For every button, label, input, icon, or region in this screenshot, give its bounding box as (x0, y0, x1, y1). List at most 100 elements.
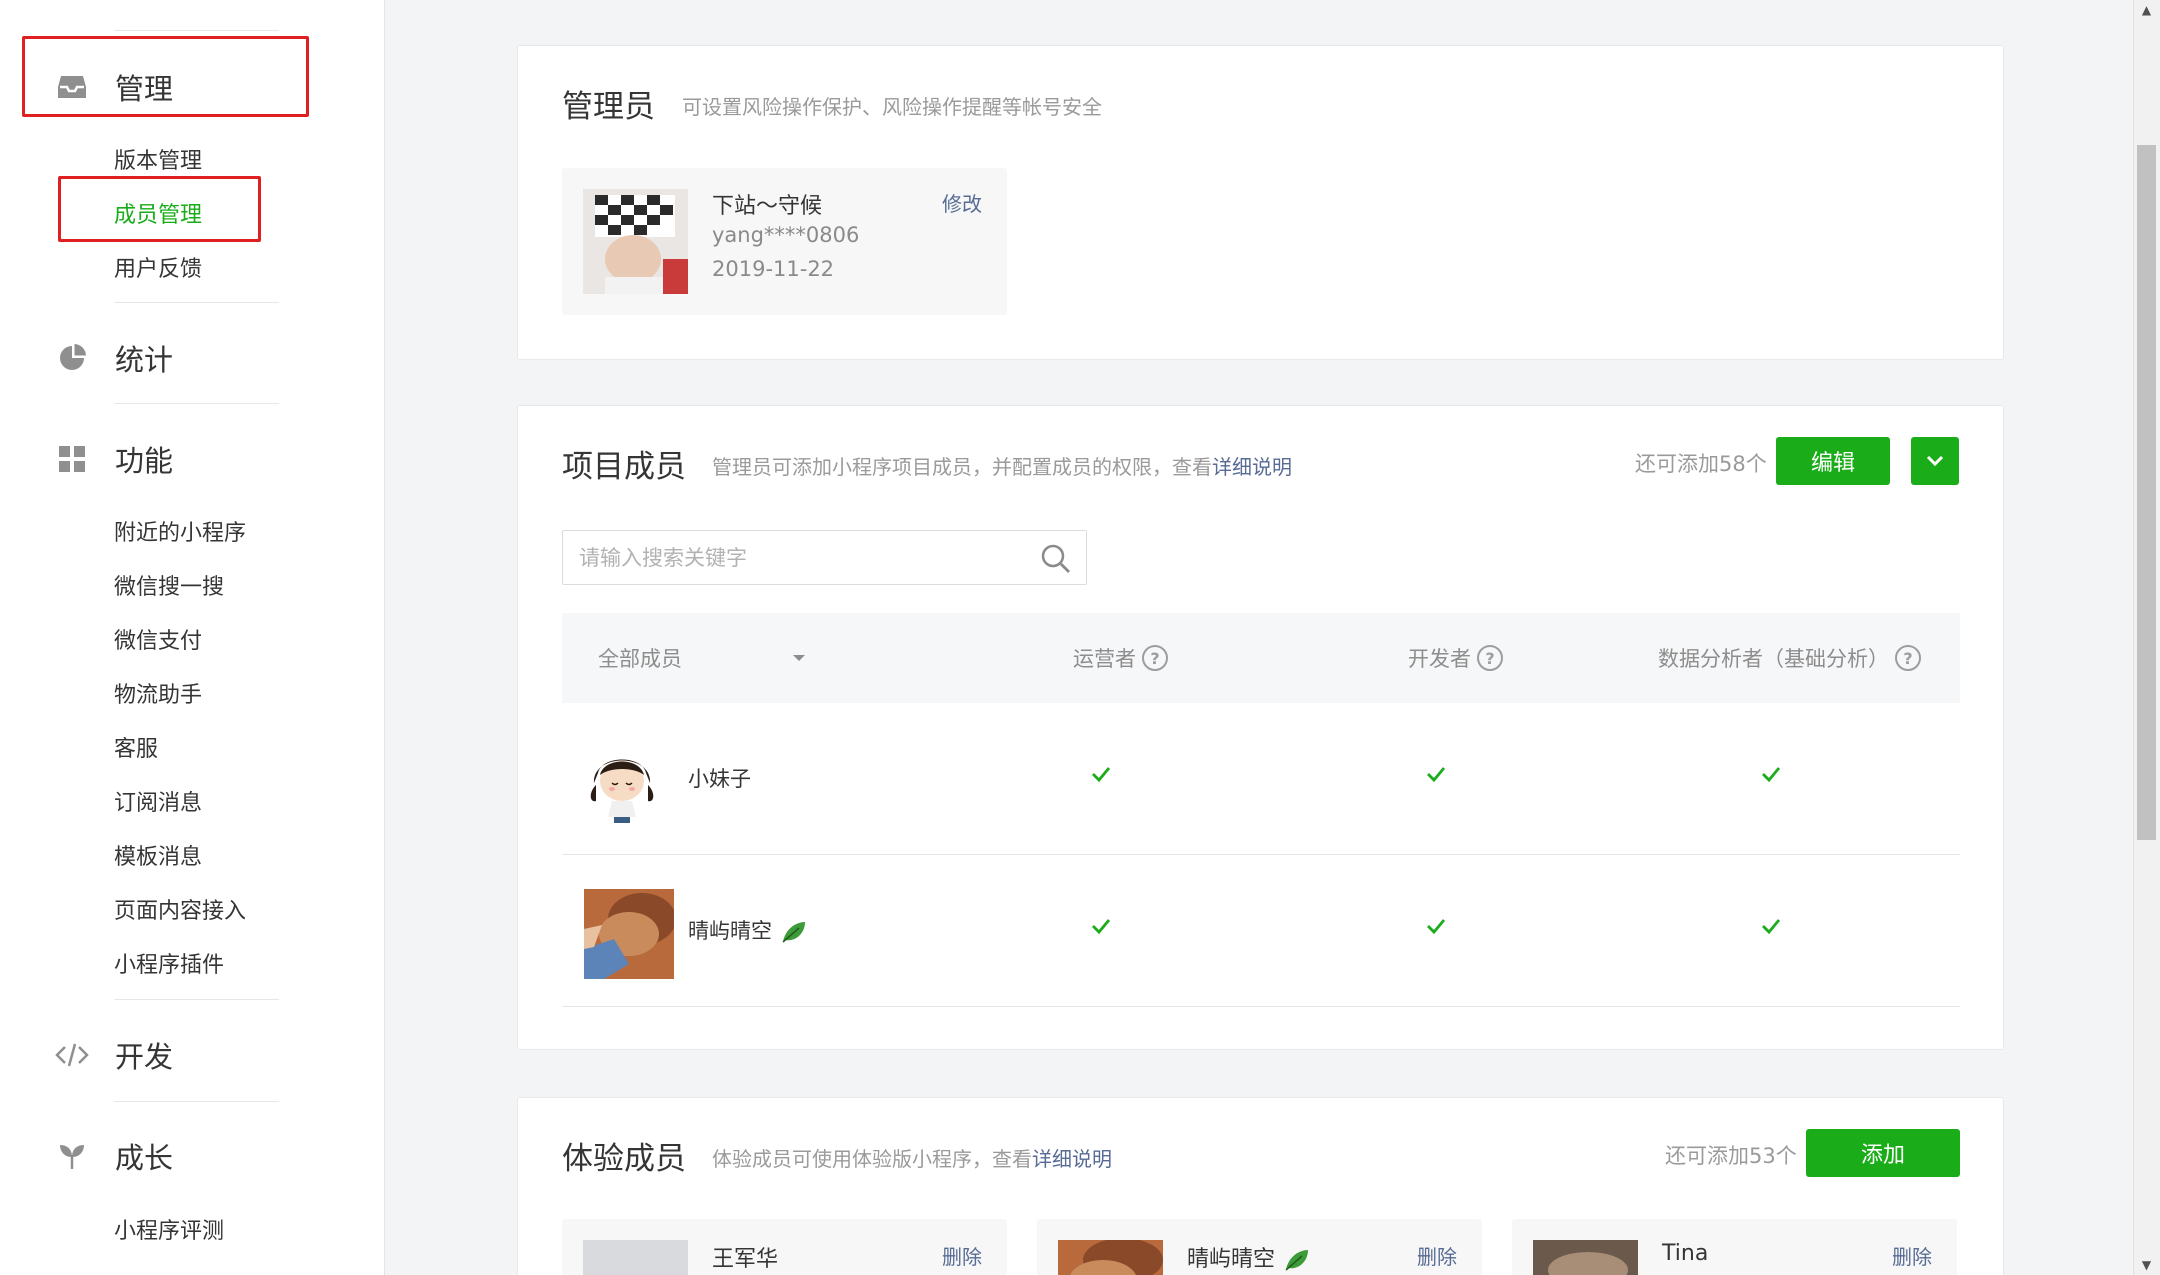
search-icon[interactable] (1040, 543, 1072, 575)
member-name: 小妹子 (688, 767, 751, 791)
project-members-description: 管理员可添加小程序项目成员，并配置成员的权限，查看详细说明 (712, 451, 1292, 480)
remove-member-link[interactable]: 删除 (1417, 1241, 1457, 1270)
caret-down-icon (793, 655, 805, 661)
scroll-down-arrow-icon[interactable]: ▼ (2137, 1257, 2156, 1273)
admin-description: 可设置风险操作保护、风险操作提醒等帐号安全 (682, 95, 1102, 119)
remove-member-link[interactable]: 删除 (942, 1241, 982, 1270)
sidebar-group-growth[interactable]: 成长 (55, 1135, 173, 1177)
sidebar-group-label: 功能 (115, 444, 174, 478)
sidebar-item-template[interactable]: 模板消息 (114, 839, 202, 871)
remove-member-link[interactable]: 删除 (1892, 1241, 1932, 1270)
sidebar-item-plugin[interactable]: 小程序插件 (114, 947, 224, 979)
column-operator: 运营者 ? (1073, 613, 1168, 703)
admin-date: 2019-11-22 (712, 257, 835, 281)
scrollbar-thumb[interactable] (2137, 145, 2156, 840)
highlight-box-manage (22, 36, 309, 117)
sidebar-item-content[interactable]: 页面内容接入 (114, 893, 246, 925)
help-icon[interactable]: ? (1142, 645, 1168, 671)
leaf-icon (1285, 1250, 1309, 1271)
member-name-text: 晴屿晴空 (1187, 1247, 1276, 1272)
column-developer: 开发者 ? (1408, 613, 1503, 703)
sidebar-item-logistics[interactable]: 物流助手 (114, 677, 202, 709)
sidebar-item-version[interactable]: 版本管理 (114, 143, 202, 175)
sprout-icon (55, 1139, 89, 1173)
trial-members-description: 体验成员可使用体验版小程序，查看详细说明 (712, 1143, 1112, 1172)
sidebar-group-label: 成长 (115, 1141, 174, 1175)
admin-account: yang****0806 (712, 223, 860, 247)
avatar (584, 889, 674, 979)
divider (114, 302, 279, 303)
chevron-down-icon (1926, 455, 1944, 467)
sidebar-group-features[interactable]: 功能 (55, 438, 173, 480)
divider (114, 999, 279, 1000)
sidebar-group-stats[interactable]: 统计 (55, 337, 173, 379)
check-icon (1427, 767, 1446, 783)
member-search[interactable] (562, 530, 1087, 585)
avatar (1058, 1240, 1163, 1275)
avatar (1533, 1240, 1638, 1275)
help-icon[interactable]: ? (1477, 645, 1503, 671)
member-filter-dropdown[interactable]: 全部成员 (598, 613, 806, 703)
member-name: 王军华 (712, 1247, 779, 1272)
grid-icon (55, 442, 89, 476)
code-icon (55, 1038, 89, 1072)
admin-title: 管理员 (562, 89, 655, 125)
sidebar-group-label: 开发 (115, 1040, 174, 1074)
column-label: 运营者 (1073, 647, 1136, 671)
admin-card: 管理员 可设置风险操作保护、风险操作提醒等帐号安全 下站～守候 yang****… (517, 45, 2004, 360)
check-icon (1092, 919, 1111, 935)
divider (114, 1101, 279, 1102)
sidebar-item-pay[interactable]: 微信支付 (114, 623, 202, 655)
member-table-header: 全部成员 运营者 ? 开发者 ? 数据分析者（基础分析） ? (562, 613, 1960, 703)
column-analyst: 数据分析者（基础分析） ? (1658, 613, 1921, 703)
project-members-title: 项目成员 (562, 449, 686, 485)
sidebar-item-feedback[interactable]: 用户反馈 (114, 251, 202, 283)
table-row: 小妹子 (562, 703, 1960, 855)
modify-admin-link[interactable]: 修改 (942, 188, 982, 217)
sidebar-item-search[interactable]: 微信搜一搜 (114, 569, 224, 601)
member-name-text: 晴屿晴空 (688, 919, 772, 943)
leaf-icon (782, 922, 805, 943)
help-icon[interactable]: ? (1895, 645, 1921, 671)
description-text: 体验成员可使用体验版小程序，查看 (712, 1147, 1032, 1171)
check-icon (1092, 767, 1111, 783)
trial-member-card: Tina 删除 (1512, 1219, 1957, 1275)
pie-chart-icon (55, 341, 89, 375)
description-text: 管理员可添加小程序项目成员，并配置成员的权限，查看 (712, 455, 1212, 479)
avatar (583, 189, 688, 294)
check-icon (1762, 767, 1781, 783)
trial-member-card: 王军华 删除 (562, 1219, 1007, 1275)
table-row: 晴屿晴空 (562, 855, 1960, 1007)
avatar (584, 743, 660, 825)
trial-members-title: 体验成员 (562, 1141, 686, 1177)
trial-quota: 还可添加53个 (1665, 1144, 1797, 1168)
scroll-up-arrow-icon[interactable]: ▲ (2137, 2, 2156, 18)
avatar (583, 1240, 688, 1275)
check-icon (1427, 919, 1446, 935)
trial-member-card: 晴屿晴空 删除 (1037, 1219, 1482, 1275)
edit-button[interactable]: 编辑 (1776, 437, 1890, 485)
sidebar-item-service[interactable]: 客服 (114, 731, 158, 763)
filter-label: 全部成员 (598, 647, 682, 671)
member-quota: 还可添加58个 (1635, 452, 1767, 476)
search-input[interactable] (579, 541, 1019, 575)
member-name: Tina (1662, 1241, 1709, 1266)
member-name: 晴屿晴空 (1187, 1241, 1310, 1273)
details-link[interactable]: 详细说明 (1032, 1147, 1112, 1171)
sidebar-item-evaluation[interactable]: 小程序评测 (114, 1213, 224, 1245)
sidebar-item-subscribe[interactable]: 订阅消息 (114, 785, 202, 817)
admin-name: 下站～守候 (712, 194, 823, 219)
trial-members-card: 体验成员 体验成员可使用体验版小程序，查看详细说明 还可添加53个 添加 王军华… (517, 1097, 2004, 1275)
more-options-button[interactable] (1911, 437, 1959, 485)
sidebar-group-label: 统计 (115, 343, 174, 377)
admin-profile: 下站～守候 yang****0806 2019-11-22 修改 (562, 168, 1007, 315)
add-trial-member-button[interactable]: 添加 (1806, 1129, 1960, 1177)
details-link[interactable]: 详细说明 (1212, 455, 1292, 479)
member-name: 晴屿晴空 (688, 915, 807, 945)
sidebar: 管理 版本管理 成员管理 用户反馈 统计 功能 附近的小程序 微信搜一搜 微信支… (0, 0, 385, 1275)
project-members-card: 项目成员 管理员可添加小程序项目成员，并配置成员的权限，查看详细说明 还可添加5… (517, 405, 2004, 1050)
divider (114, 403, 279, 404)
check-icon (1762, 919, 1781, 935)
sidebar-item-nearby[interactable]: 附近的小程序 (114, 515, 246, 547)
sidebar-group-develop[interactable]: 开发 (55, 1034, 173, 1076)
